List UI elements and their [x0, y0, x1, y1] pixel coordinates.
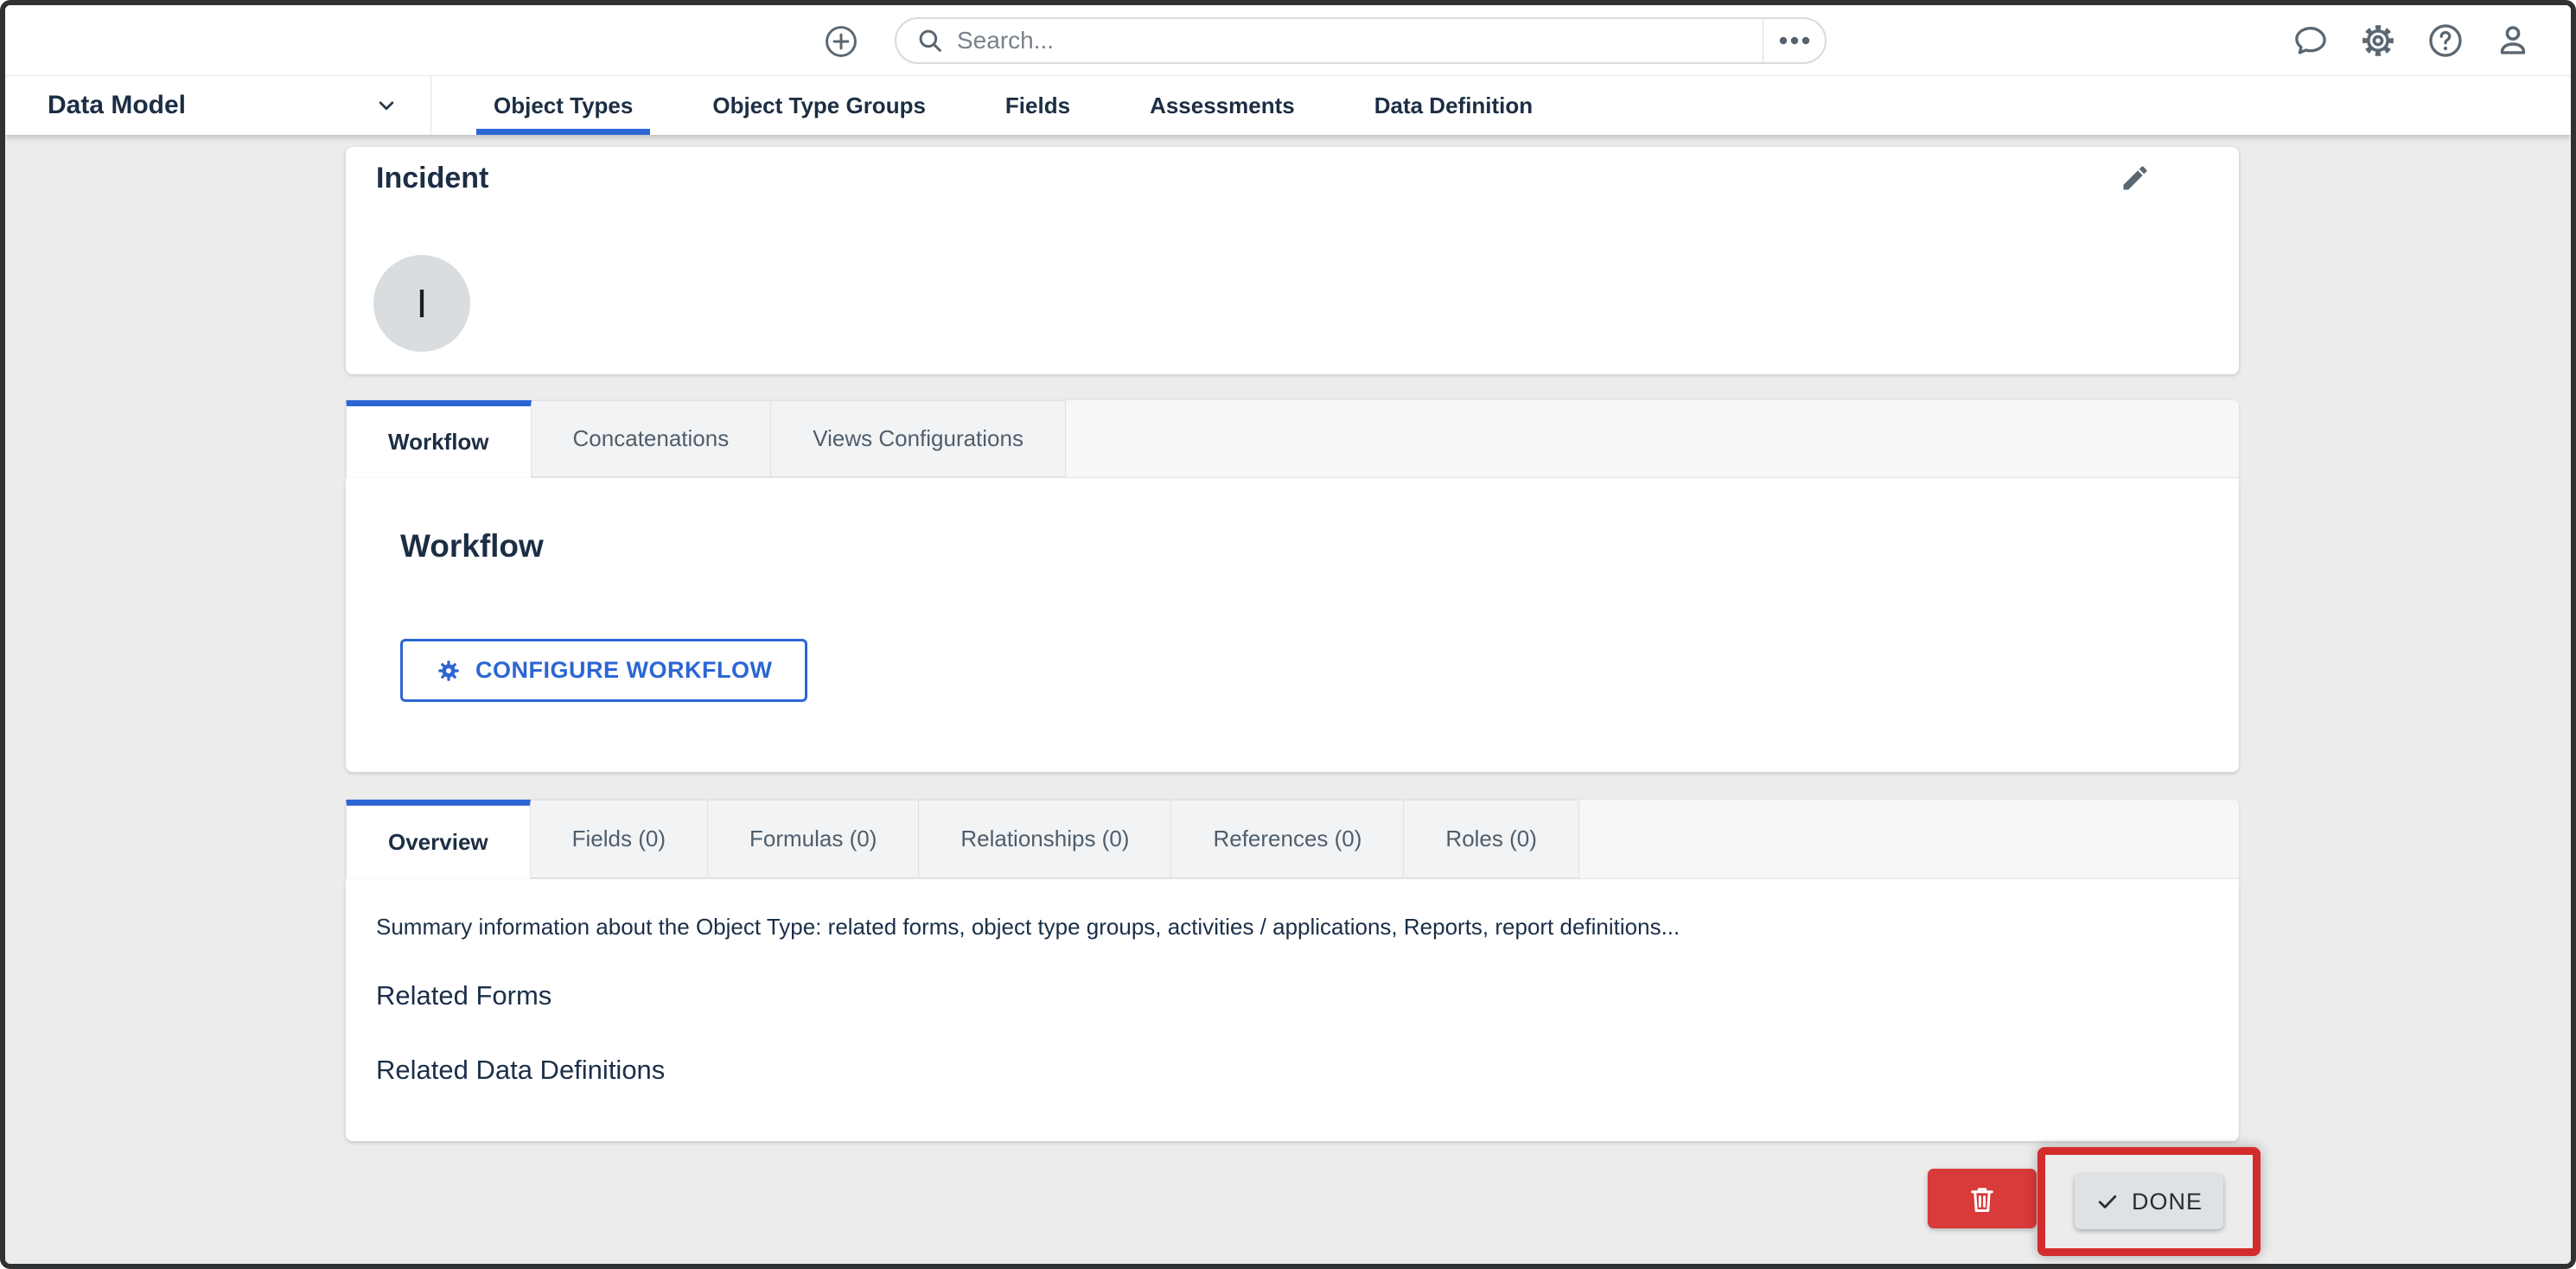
module-tab-list: Object Types Object Type Groups Fields A… [431, 76, 1550, 135]
global-search-bar [895, 17, 1827, 64]
done-button-label: DONE [2132, 1189, 2203, 1215]
done-button[interactable]: DONE [2075, 1174, 2223, 1229]
edit-object-type-button[interactable] [2118, 161, 2152, 195]
top-header-bar [5, 5, 2571, 76]
settings-button[interactable] [2358, 21, 2398, 61]
add-button[interactable] [821, 22, 861, 61]
question-circle-icon [2426, 22, 2464, 60]
trash-icon [1967, 1183, 1998, 1215]
gear-solid-icon [436, 658, 462, 684]
tab-relationships[interactable]: Relationships (0) [919, 800, 1171, 878]
gear-icon [2359, 22, 2397, 60]
config-tab-strip: Workflow Concatenations Views Configurat… [346, 400, 2239, 478]
configure-workflow-label: CONFIGURE WORKFLOW [475, 657, 772, 684]
object-type-title: Incident [376, 162, 488, 195]
related-forms-heading: Related Forms [376, 980, 2209, 1011]
person-icon [2494, 22, 2532, 60]
tab-references[interactable]: References (0) [1171, 800, 1404, 878]
module-nav-bar: Data Model Object Types Object Type Grou… [5, 76, 2571, 135]
tab-overview[interactable]: Overview [346, 800, 531, 879]
tab-workflow[interactable]: Workflow [346, 400, 532, 478]
help-button[interactable] [2426, 21, 2465, 61]
workflow-tab-body: Workflow [346, 478, 2239, 772]
header-icon-group [2291, 5, 2533, 76]
search-options-button[interactable] [1763, 19, 1825, 62]
related-data-definitions-heading: Related Data Definitions [376, 1055, 2209, 1086]
annotation-highlight-box: DONE [2037, 1147, 2260, 1256]
module-selector-label: Data Model [48, 91, 186, 120]
plus-circle-icon [823, 23, 859, 60]
pencil-icon [2120, 163, 2151, 194]
detail-tab-strip: Overview Fields (0) Formulas (0) Relatio… [346, 800, 2239, 879]
checkmark-icon [2095, 1189, 2120, 1214]
nav-tab-object-type-groups[interactable]: Object Type Groups [695, 76, 943, 135]
tab-fields[interactable]: Fields (0) [531, 800, 708, 878]
nav-tab-assessments[interactable]: Assessments [1132, 76, 1312, 135]
configure-workflow-button[interactable]: CONFIGURE WORKFLOW [400, 639, 807, 702]
avatar-initial: I [417, 280, 428, 327]
ellipsis-icon [1777, 35, 1812, 47]
chat-button[interactable] [2291, 21, 2331, 61]
overview-summary-text: Summary information about the Object Typ… [376, 914, 2209, 941]
search-icon [915, 26, 945, 55]
nav-tab-data-definition[interactable]: Data Definition [1357, 76, 1550, 135]
object-type-avatar: I [373, 255, 470, 352]
overview-tab-body: Summary information about the Object Typ… [346, 879, 2239, 1141]
chevron-down-icon [373, 92, 399, 118]
workflow-heading: Workflow [400, 528, 544, 564]
nav-tab-object-types[interactable]: Object Types [476, 76, 650, 135]
app-window: Data Model Object Types Object Type Grou… [0, 0, 2576, 1269]
module-selector[interactable]: Data Model [5, 76, 431, 135]
user-profile-button[interactable] [2493, 21, 2533, 61]
tab-formulas[interactable]: Formulas (0) [708, 800, 919, 878]
overview-panel: Overview Fields (0) Formulas (0) Relatio… [346, 800, 2239, 1141]
chat-bubble-icon [2292, 22, 2330, 60]
nav-tab-fields[interactable]: Fields [988, 76, 1087, 135]
tab-views-configurations[interactable]: Views Configurations [771, 400, 1066, 477]
page-content: Incident I Workflow Concatenations Views… [5, 135, 2571, 1264]
delete-object-type-button[interactable] [1928, 1169, 2037, 1228]
object-type-header-card: Incident I [346, 147, 2239, 374]
search-input[interactable] [945, 19, 1763, 62]
tab-roles[interactable]: Roles (0) [1404, 800, 1578, 878]
tab-concatenations[interactable]: Concatenations [532, 400, 772, 477]
workflow-panel: Workflow Concatenations Views Configurat… [346, 400, 2239, 772]
